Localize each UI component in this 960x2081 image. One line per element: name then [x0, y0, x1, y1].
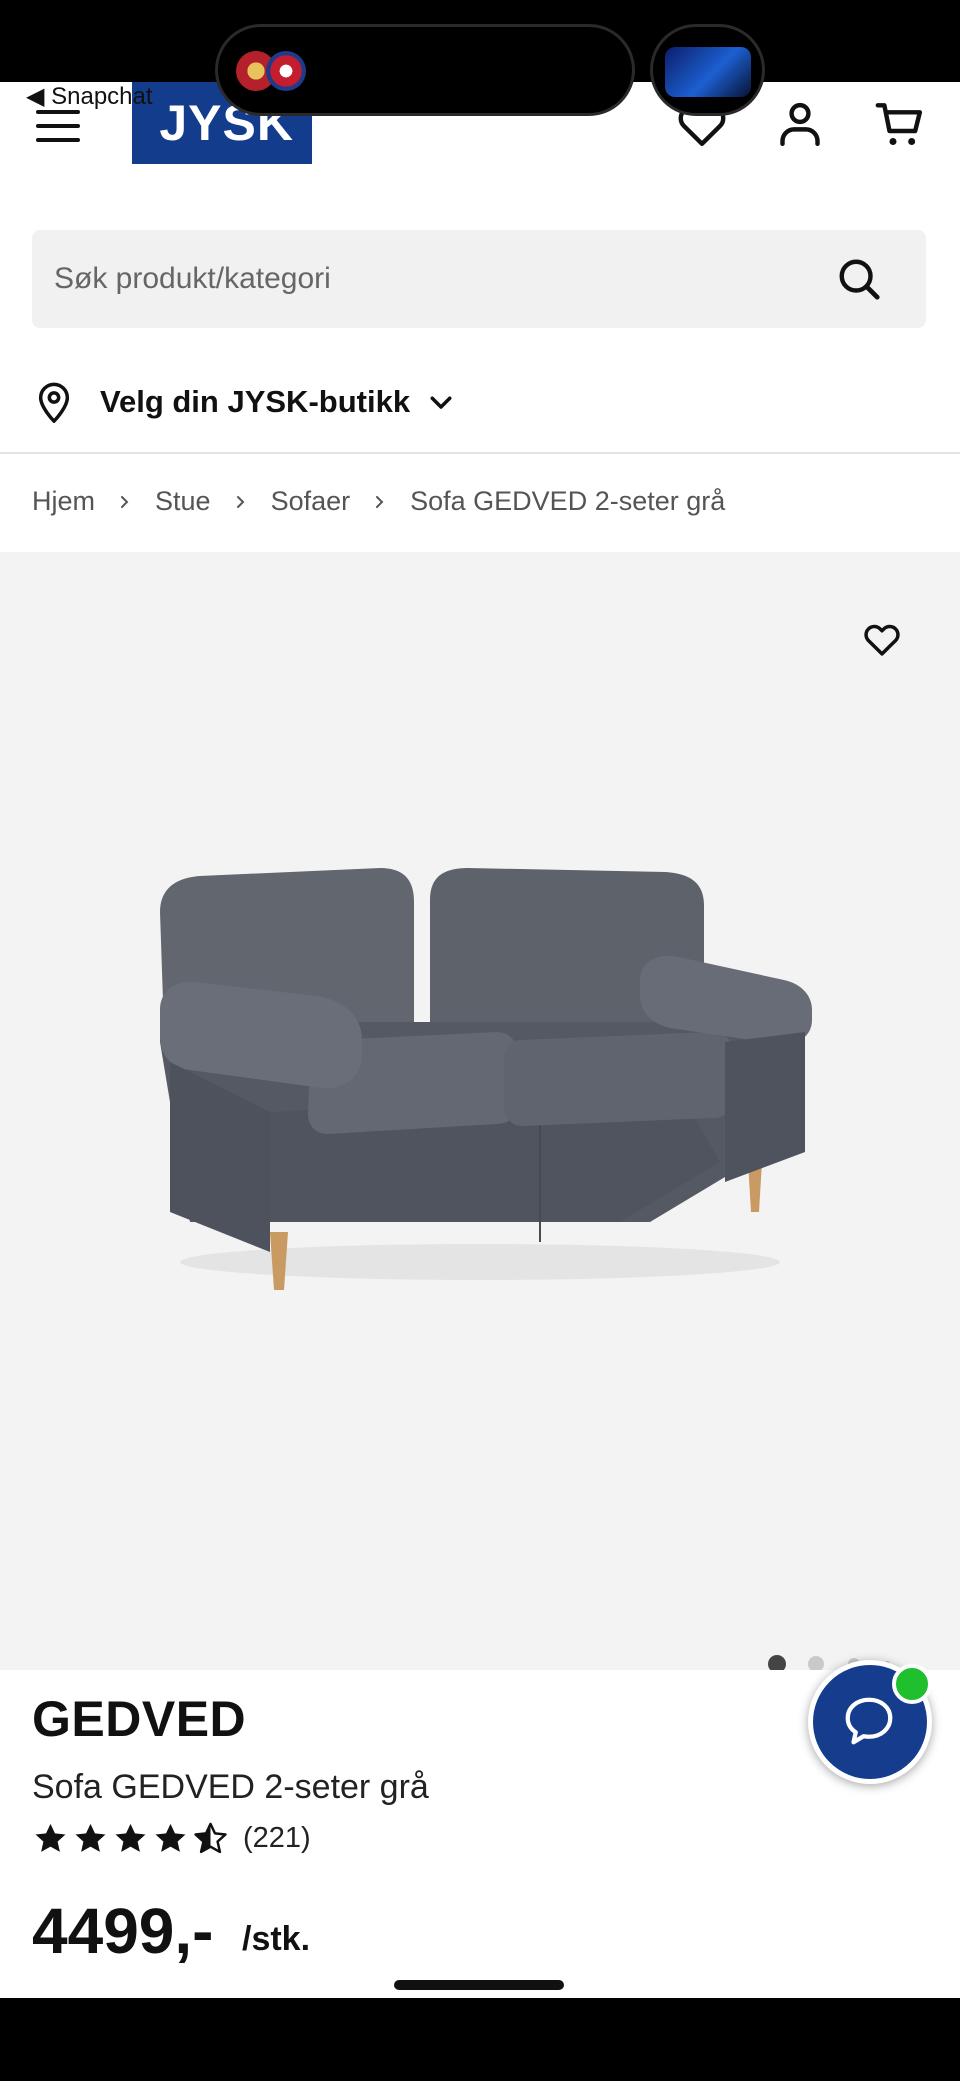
star-full-icon — [155, 1823, 186, 1852]
menu-icon[interactable] — [36, 108, 82, 144]
search-icon[interactable] — [836, 256, 882, 302]
cart-icon[interactable] — [872, 96, 928, 152]
notification-pill[interactable] — [215, 24, 635, 116]
product-image-gallery[interactable] — [0, 552, 960, 1673]
rating-count: (221) — [243, 1822, 311, 1854]
club-badge-icon — [266, 51, 306, 91]
favorite-heart-icon[interactable] — [860, 618, 904, 660]
product-name: Sofa GEDVED 2-seter grå — [32, 1768, 429, 1806]
product-price: 4499,- — [32, 1895, 214, 1967]
search-bar[interactable] — [32, 230, 926, 328]
star-full-icon — [115, 1823, 146, 1852]
bottom-system-bar — [0, 1998, 960, 2081]
store-selector-label: Velg din JYSK-butikk — [100, 384, 411, 419]
product-brand: GEDVED — [32, 1691, 247, 1747]
price-unit: /stk. — [242, 1920, 311, 1958]
breadcrumb-item-stue[interactable]: Stue — [155, 486, 211, 517]
breadcrumb-item-sofaer[interactable]: Sofaer — [271, 486, 351, 517]
breadcrumb-item-hjem[interactable]: Hjem — [32, 486, 95, 517]
chat-bubble-icon — [845, 1697, 893, 1745]
star-half-icon — [194, 1822, 227, 1854]
star-full-icon — [75, 1823, 106, 1852]
rating-stars — [32, 1820, 229, 1857]
home-indicator[interactable] — [394, 1980, 564, 1990]
star-full-icon — [35, 1823, 66, 1852]
divider — [0, 452, 960, 454]
chevron-right-icon — [121, 495, 129, 508]
chevron-down-icon — [430, 396, 452, 409]
breadcrumb: Hjem Stue Sofaer Sofa GEDVED 2-seter grå — [32, 486, 725, 517]
camera-preview — [665, 47, 751, 97]
product-rating[interactable]: (221) — [32, 1820, 311, 1857]
breadcrumb-item-current: Sofa GEDVED 2-seter grå — [410, 486, 726, 516]
location-pin-icon — [38, 382, 70, 423]
chevron-right-icon — [236, 495, 244, 508]
chat-online-indicator — [892, 1664, 932, 1704]
user-icon[interactable] — [772, 96, 828, 152]
back-to-app-link[interactable]: ◀ Snapchat — [26, 82, 153, 111]
sofa-product-image — [160, 868, 812, 1290]
camera-pill[interactable] — [650, 24, 765, 116]
store-selector[interactable]: Velg din JYSK-butikk — [34, 372, 456, 432]
chevron-right-icon — [376, 495, 384, 508]
search-input[interactable] — [54, 230, 814, 328]
